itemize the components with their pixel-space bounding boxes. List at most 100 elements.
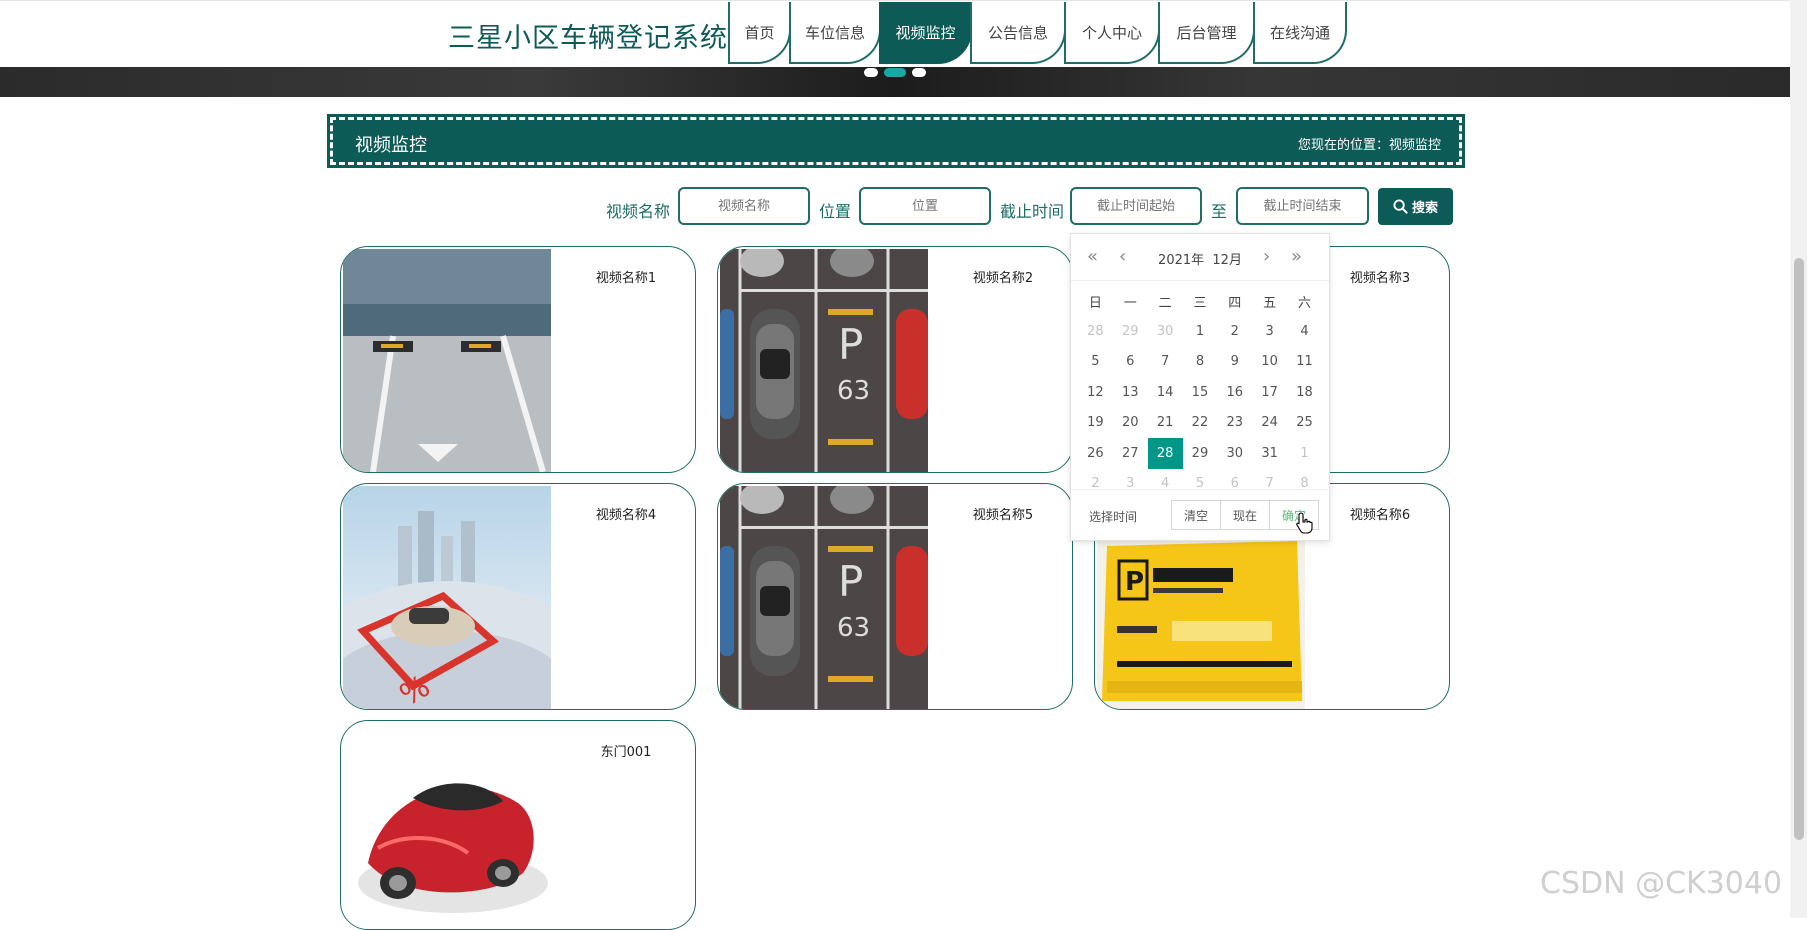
- video-card-name: 东门001: [600, 745, 652, 760]
- next-month-icon[interactable]: ›: [1263, 246, 1270, 267]
- video-card[interactable]: % 视频名称4: [340, 483, 696, 710]
- video-name-input[interactable]: [678, 187, 810, 225]
- calendar-day-outside-month[interactable]: 28: [1078, 316, 1113, 347]
- search-bar: 视频名称 位置 截止时间 至 搜索: [0, 187, 1460, 227]
- calendar-day-outside-month[interactable]: 29: [1113, 316, 1148, 347]
- nav-announcements[interactable]: 公告信息: [970, 2, 1066, 64]
- calendar-day[interactable]: 11: [1287, 347, 1322, 378]
- calendar-day[interactable]: 16: [1217, 377, 1252, 408]
- prev-year-icon[interactable]: «: [1087, 246, 1098, 267]
- next-year-icon[interactable]: »: [1291, 246, 1302, 267]
- calendar-day[interactable]: 17: [1252, 377, 1287, 408]
- site-title: 三星小区车辆登记系统: [448, 23, 728, 54]
- date-picker-header: « ‹ 2021年 12月 › »: [1071, 234, 1329, 281]
- video-card[interactable]: 视频名称1: [340, 246, 696, 473]
- main-nav: 首页 车位信息 视频监控 公告信息 个人中心 后台管理 在线沟通: [728, 2, 1347, 64]
- calendar-day[interactable]: 14: [1148, 377, 1183, 408]
- calendar-day[interactable]: 29: [1183, 438, 1218, 469]
- carousel-indicators: [864, 68, 926, 77]
- calendar-day[interactable]: 7: [1148, 347, 1183, 378]
- deadline-end-input[interactable]: [1236, 187, 1369, 225]
- calendar-day[interactable]: 31: [1252, 438, 1287, 469]
- video-card-name: 视频名称6: [1349, 508, 1411, 523]
- watermark: CSDN @CK3040: [1540, 866, 1783, 901]
- deadline-start-input[interactable]: [1070, 187, 1202, 225]
- calendar-day[interactable]: 8: [1183, 347, 1218, 378]
- select-time-link[interactable]: 选择时间: [1089, 508, 1137, 525]
- nav-video-monitor[interactable]: 视频监控: [879, 2, 972, 64]
- date-picker-grid: 日 一 二 三 四 五 六 28 29 30 1 2 3 4 5 6 7 8 9 10 11 12 13 14 1…: [1078, 286, 1322, 499]
- date-picker-month[interactable]: 12月: [1212, 253, 1242, 268]
- calendar-day[interactable]: 1: [1183, 316, 1218, 347]
- nav-online-chat[interactable]: 在线沟通: [1253, 2, 1347, 64]
- calendar-day[interactable]: 5: [1078, 347, 1113, 378]
- prev-month-icon[interactable]: ‹: [1119, 246, 1126, 267]
- date-picker-popup: « ‹ 2021年 12月 › » 日 一 二 三 四 五 六 28 29 30 1 2…: [1070, 233, 1330, 541]
- deadline-label: 截止时间: [1000, 202, 1065, 221]
- nav-home[interactable]: 首页: [728, 2, 791, 64]
- parking-garage-image: [343, 249, 551, 472]
- carousel-dot[interactable]: [912, 68, 926, 77]
- calendar-day-outside-month[interactable]: 30: [1148, 316, 1183, 347]
- calendar-day[interactable]: 10: [1252, 347, 1287, 378]
- calendar-day[interactable]: 25: [1287, 408, 1322, 439]
- nav-admin[interactable]: 后台管理: [1158, 2, 1255, 64]
- calendar-day[interactable]: 9: [1217, 347, 1252, 378]
- calendar-day[interactable]: 26: [1078, 438, 1113, 469]
- week-row: 26 27 28 29 30 31 1: [1078, 438, 1322, 469]
- calendar-day[interactable]: 23: [1217, 408, 1252, 439]
- svg-text:P: P: [838, 320, 863, 369]
- range-to-label: 至: [1211, 202, 1228, 221]
- calendar-day[interactable]: 20: [1113, 408, 1148, 439]
- week-row: 19 20 21 22 23 24 25: [1078, 408, 1322, 439]
- weekday-label: 日: [1088, 295, 1102, 311]
- breadcrumb: 您现在的位置：视频监控: [1297, 138, 1441, 153]
- calendar-day[interactable]: 22: [1183, 408, 1218, 439]
- calendar-day[interactable]: 27: [1113, 438, 1148, 469]
- calendar-day[interactable]: 3: [1252, 316, 1287, 347]
- video-card-name: 视频名称1: [595, 271, 657, 286]
- hand-cursor-icon: [1296, 512, 1313, 534]
- position-input[interactable]: [859, 187, 991, 225]
- now-button[interactable]: 现在: [1219, 500, 1270, 530]
- weekday-label: 三: [1193, 295, 1207, 311]
- car-on-snow-image: %: [343, 486, 551, 709]
- video-card[interactable]: P 63 视频名称2: [717, 246, 1073, 473]
- nav-personal-center[interactable]: 个人中心: [1064, 2, 1160, 64]
- calendar-day[interactable]: 30: [1217, 438, 1252, 469]
- video-card[interactable]: 东门001: [340, 720, 696, 930]
- calendar-day[interactable]: 4: [1287, 316, 1322, 347]
- calendar-day[interactable]: 18: [1287, 377, 1322, 408]
- weekday-label: 六: [1298, 295, 1312, 311]
- search-button-label: 搜索: [1411, 200, 1438, 215]
- nav-parking-info[interactable]: 车位信息: [789, 2, 881, 64]
- calendar-day-selected[interactable]: 28: [1147, 438, 1183, 469]
- calendar-day[interactable]: 12: [1078, 377, 1113, 408]
- svg-text:63: 63: [837, 613, 870, 643]
- week-row: 5 6 7 8 9 10 11: [1078, 347, 1322, 378]
- calendar-day-outside-month[interactable]: 1: [1287, 438, 1322, 469]
- calendar-day[interactable]: 24: [1252, 408, 1287, 439]
- date-picker-year[interactable]: 2021年: [1158, 253, 1204, 268]
- section-title: 视频监控: [355, 135, 427, 156]
- calendar-day[interactable]: 15: [1183, 377, 1218, 408]
- weekday-label: 四: [1228, 295, 1242, 311]
- calendar-day[interactable]: 13: [1113, 377, 1148, 408]
- search-button[interactable]: 搜索: [1378, 188, 1453, 225]
- video-card-name: 视频名称2: [972, 271, 1034, 286]
- video-card[interactable]: P 63 视频名称5: [717, 483, 1073, 710]
- date-picker-footer: 选择时间 清空 现在 确定: [1071, 489, 1329, 540]
- carousel-dot-active[interactable]: [884, 68, 906, 77]
- svg-text:P: P: [838, 557, 863, 606]
- search-icon: [1393, 199, 1408, 214]
- calendar-day[interactable]: 2: [1217, 316, 1252, 347]
- scrollbar-track[interactable]: [1790, 0, 1807, 918]
- scrollbar-thumb[interactable]: [1794, 258, 1804, 840]
- weekday-row: 日 一 二 三 四 五 六: [1078, 286, 1322, 316]
- calendar-day[interactable]: 21: [1148, 408, 1183, 439]
- calendar-day[interactable]: 19: [1078, 408, 1113, 439]
- clear-button[interactable]: 清空: [1170, 500, 1221, 530]
- carousel-dot[interactable]: [864, 68, 878, 77]
- calendar-day[interactable]: 6: [1113, 347, 1148, 378]
- red-sports-car-image: [343, 723, 551, 929]
